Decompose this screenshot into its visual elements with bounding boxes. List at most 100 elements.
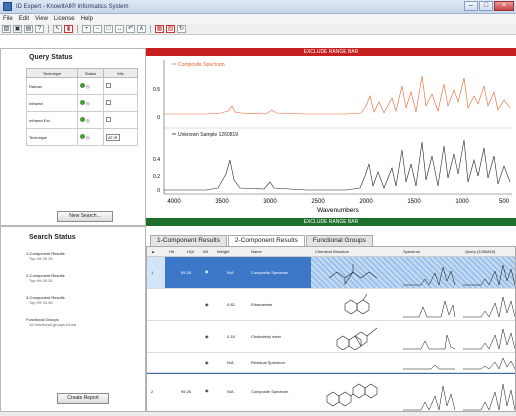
hqi-value: 95.26 (181, 270, 192, 275)
x-tick-label: 3500 (215, 199, 229, 205)
result-row[interactable]: ◉ 0.18 Cholesteryl ester (147, 321, 515, 353)
spectrum-thumbnail (403, 266, 456, 286)
zoom-in-icon[interactable]: + (82, 25, 91, 33)
menu-license[interactable]: License (54, 16, 75, 22)
mix-checkbox[interactable] (106, 83, 112, 88)
compound-name: Ethanamine (251, 302, 273, 307)
mix-checkbox[interactable] (106, 100, 112, 105)
refresh-icon[interactable]: ↻ (177, 25, 186, 33)
open-icon[interactable]: ▧ (2, 25, 11, 33)
tab-functional-groups[interactable]: Functional Groups (305, 235, 373, 246)
status-ok-icon (80, 83, 86, 88)
pin-icon[interactable]: ▲ (151, 249, 155, 254)
tab-1-component[interactable]: 1-Component Results (150, 235, 227, 246)
chemical-structure-image (336, 327, 378, 350)
composite-spectrum-trace (164, 75, 511, 115)
search-status-panel: Search Status 1-Component Results Top Hi… (0, 226, 146, 412)
search-status-item-sub: 16 functional groups found (29, 322, 77, 327)
toolbar-divider (77, 25, 78, 33)
menu-view[interactable]: View (35, 16, 48, 22)
column-header: Technique (25, 68, 79, 78)
query-row: Technique ◷ AT.IR (25, 128, 138, 146)
y-tick-label: 0 (157, 188, 160, 194)
weight-value: 0.18 (227, 334, 235, 339)
exclude-range-bar-bottom[interactable]: EXCLUDE RANGE BAR (146, 218, 516, 226)
exclude-range-icon[interactable]: ▮ (64, 25, 73, 33)
column-header: Status (77, 68, 105, 78)
search-status-item[interactable]: 1-Component Results Top Hit 36.35 (26, 251, 65, 261)
technique-label: Infrared Ext. (25, 111, 79, 129)
help-icon[interactable]: ? (35, 25, 44, 33)
report-icon[interactable]: ▦ (155, 25, 164, 33)
compound-name: Cholesteryl ester (251, 334, 282, 339)
menu-help[interactable]: Help (81, 16, 93, 22)
result-row-selected[interactable]: 1 95.26 ◉ N/A Composite Spectrum (147, 257, 515, 289)
result-row[interactable]: ◉ 0.82 Ethanamine (147, 289, 515, 321)
search-status-item[interactable]: Functional Groups 16 functional groups f… (26, 317, 76, 327)
pin-icon[interactable]: ◉ (205, 302, 209, 307)
menu-edit[interactable]: Edit (19, 16, 29, 22)
spectrum-thumbnail (403, 300, 456, 318)
result-row[interactable]: ◉ N/A Residual Spectrum (147, 353, 515, 373)
print-icon[interactable]: ▤ (24, 25, 33, 33)
spectra-plot[interactable]: Composite Spectrum Unknown Sample 126081… (146, 56, 516, 218)
column-header: Spectrum (403, 249, 421, 254)
x-axis-label: Wavenumbers (317, 207, 359, 214)
compound-name: Composite Spectrum (251, 270, 289, 275)
status-ok-icon (80, 117, 86, 122)
search-status-title: Search Status (29, 234, 76, 241)
pin-icon[interactable]: ◉ (205, 269, 209, 274)
minimize-button[interactable]: – (464, 1, 478, 11)
chemical-structure-image (326, 383, 378, 407)
create-report-label: Create Report (67, 395, 99, 401)
zoom-box-icon[interactable]: □ (104, 25, 113, 33)
tab-2-component[interactable]: 2-Component Results (227, 235, 305, 246)
toolbar-divider (150, 25, 151, 33)
weight-value: N/A (227, 360, 234, 365)
fit-icon[interactable]: ↔ (115, 25, 124, 33)
pin-icon[interactable]: ◉ (205, 388, 209, 393)
chemical-structure-image (344, 293, 370, 315)
x-tick-label: 2500 (311, 199, 325, 205)
query-spectrum-thumbnail (463, 296, 515, 318)
pin-icon[interactable]: ◉ (205, 334, 209, 339)
zoom-out-icon[interactable]: − (93, 25, 102, 33)
menu-file[interactable]: File (3, 16, 13, 22)
search-status-item-sub: Top Hit 94.96 (29, 300, 53, 305)
mix-select[interactable]: AT.IR (106, 133, 120, 141)
results-tabs: 1-Component Results 2-Component Results … (146, 235, 516, 246)
new-search-button[interactable]: New Search... (57, 211, 113, 222)
save-icon[interactable]: ▣ (13, 25, 22, 33)
compound-name: Composite Spectrum (251, 389, 289, 394)
exclude-range-bar-top[interactable]: EXCLUDE RANGE BAR (146, 48, 516, 56)
result-row[interactable]: 2 95.26 ◉ N/A Composite Spectrum (147, 373, 515, 411)
create-report-button[interactable]: Create Report (57, 393, 109, 404)
clock-icon: ◷ (86, 101, 90, 106)
hit-number: 1 (151, 270, 154, 275)
search-status-item[interactable]: 3-Component Results Top Hit 94.96 (26, 295, 65, 305)
hit-number: 2 (151, 389, 154, 394)
x-tick-label: 3000 (263, 199, 277, 205)
undo-zoom-icon[interactable]: ↶ (126, 25, 135, 33)
spectrum-thumbnail (403, 385, 456, 411)
maximize-button[interactable]: □ (479, 1, 493, 11)
export-icon[interactable]: ▧ (166, 25, 175, 33)
clock-icon: ◷ (86, 84, 90, 89)
y-tick-label: 0.5 (153, 87, 160, 93)
app-icon (3, 2, 12, 11)
close-button[interactable]: × (494, 1, 514, 11)
query-spectrum-thumbnail (463, 383, 515, 411)
column-header: HQI (187, 249, 195, 254)
query-spectrum-thumbnail (463, 328, 515, 350)
cursor-icon[interactable]: ↖ (53, 25, 62, 33)
title-bar: ID Expert - KnowItAll® Informatics Syste… (0, 0, 516, 14)
clock-icon: ◷ (86, 118, 90, 123)
x-tick-label: 2000 (359, 199, 373, 205)
pin-icon[interactable]: ◉ (205, 360, 209, 365)
column-header: Weight (217, 249, 230, 254)
search-status-item[interactable]: 2-Component Results Top Hit 95.26 (26, 273, 65, 283)
peak-icon[interactable]: ∧ (137, 25, 146, 33)
x-tick-label: 4000 (167, 199, 181, 205)
mix-checkbox[interactable] (106, 117, 112, 122)
x-tick-label: 500 (499, 199, 510, 205)
